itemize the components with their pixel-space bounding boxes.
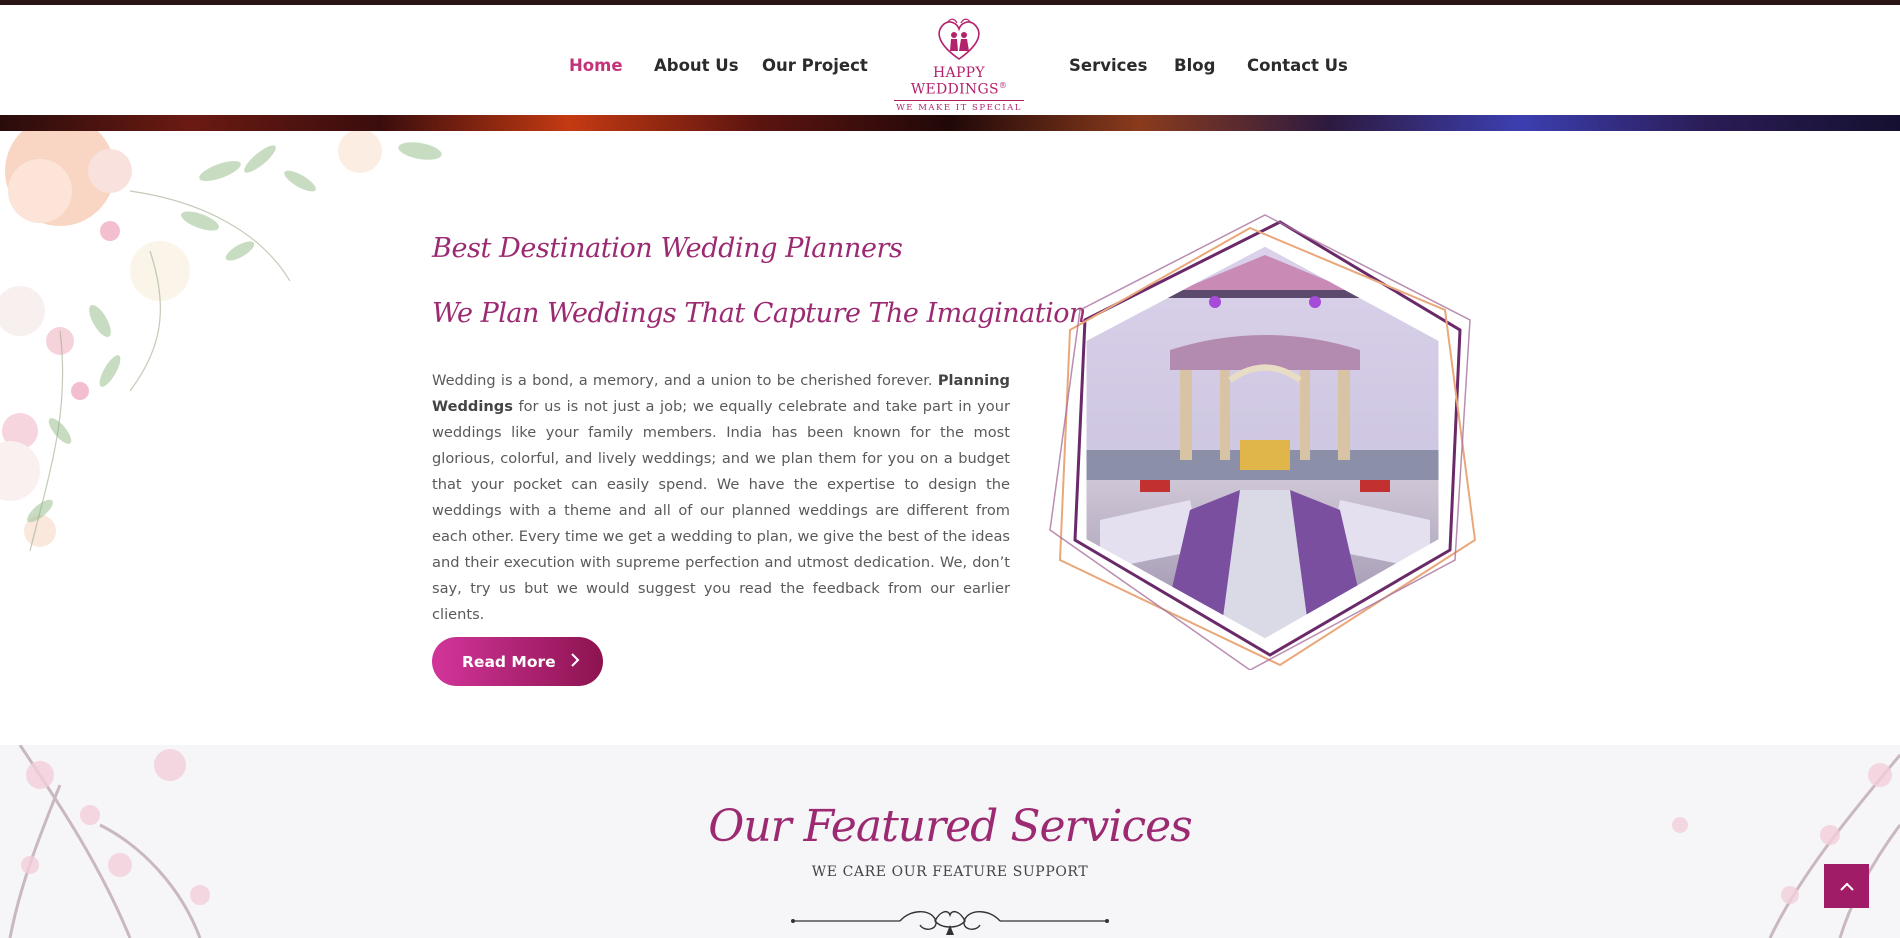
back-to-top-button[interactable]	[1824, 864, 1869, 908]
nav-our-project[interactable]: Our Project	[762, 56, 868, 75]
read-more-label: Read More	[462, 652, 556, 671]
couple-heart-icon	[938, 18, 980, 60]
logo-tagline: WE MAKE IT SPECIAL	[894, 99, 1024, 113]
floral-decoration	[0, 131, 442, 552]
featured-services-section: Our Featured Services WE CARE OUR FEATUR…	[0, 745, 1900, 938]
nav-contact-us[interactable]: Contact Us	[1247, 56, 1348, 75]
hero-banner-edge	[0, 115, 1900, 131]
logo-registered: ®	[998, 81, 1008, 90]
about-heading-2: We Plan Weddings That Capture The Imagin…	[432, 298, 1086, 329]
about-paragraph-rest: for us is not just a job; we equally cel…	[432, 398, 1010, 623]
about-heading-1: Best Destination Wedding Planners	[432, 233, 903, 264]
site-logo[interactable]: HAPPY WEDDINGS® WE MAKE IT SPECIAL	[886, 15, 1032, 119]
about-paragraph-start: Wedding is a bond, a memory, and a union…	[432, 372, 938, 389]
logo-name: HAPPY WEDDINGS	[910, 65, 999, 98]
nav-services[interactable]: Services	[1069, 56, 1147, 75]
ornament-divider	[791, 910, 1109, 935]
wedding-venue-photo	[1049, 214, 1477, 670]
nav-blog[interactable]: Blog	[1174, 56, 1215, 75]
read-more-button[interactable]: Read More	[432, 637, 603, 686]
site-header: Home About Us Our Project HAPPY WEDDINGS…	[0, 5, 1900, 115]
services-title: Our Featured Services	[708, 801, 1192, 852]
chevron-up-icon	[1839, 877, 1854, 896]
chevron-right-icon	[570, 652, 580, 671]
about-paragraph: Wedding is a bond, a memory, and a union…	[432, 368, 1010, 628]
nav-home[interactable]: Home	[569, 56, 623, 75]
services-subtitle: WE CARE OUR FEATURE SUPPORT	[811, 864, 1089, 880]
nav-about-us[interactable]: About Us	[654, 56, 739, 75]
